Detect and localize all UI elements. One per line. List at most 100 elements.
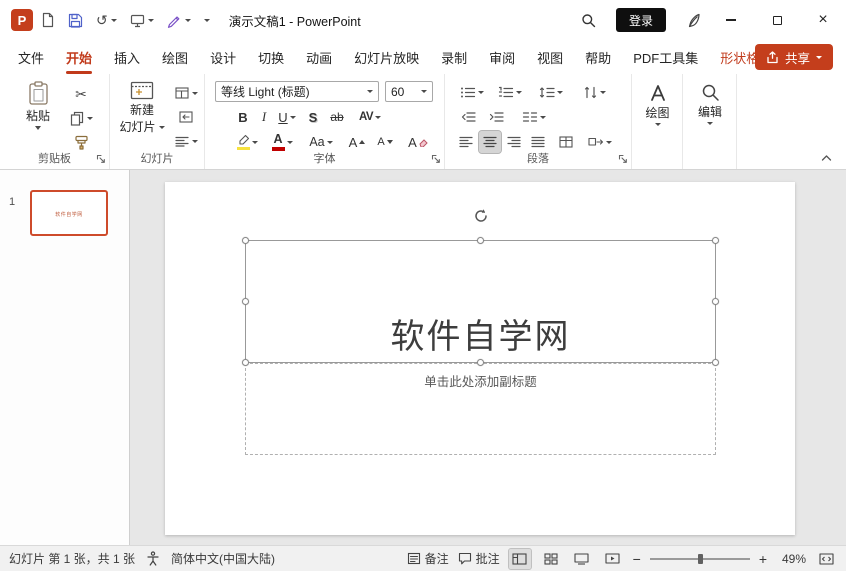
tab-review[interactable]: 审阅 — [478, 40, 526, 74]
bold-button[interactable]: B — [233, 106, 253, 128]
paste-label: 粘贴 — [25, 109, 50, 123]
columns-button[interactable] — [515, 106, 553, 128]
zoom-slider[interactable] — [649, 552, 750, 566]
tab-transitions[interactable]: 切换 — [247, 40, 295, 74]
slide-title-text[interactable]: 软件自学网 — [391, 309, 571, 358]
tab-view[interactable]: 视图 — [526, 40, 574, 74]
search-icon — [582, 13, 596, 27]
font-size-select[interactable]: 60 — [385, 81, 433, 102]
strikethrough-button[interactable]: ab — [325, 106, 349, 128]
search-button[interactable] — [574, 7, 604, 33]
text-shadow-button[interactable]: S — [303, 106, 323, 128]
reset-slide-button[interactable] — [170, 108, 202, 126]
spacing-label: AV — [358, 111, 374, 123]
zoom-out-button[interactable]: − — [633, 552, 641, 566]
cut-button[interactable]: ✂ — [64, 84, 98, 104]
tab-pdf-tools[interactable]: PDF工具集 — [622, 40, 709, 74]
minimize-button[interactable] — [708, 0, 754, 40]
ink-pen-button[interactable] — [162, 7, 196, 33]
font-name-select[interactable]: 等线 Light (标题) — [215, 81, 379, 102]
language-indicator[interactable]: 简体中文(中国大陆) — [171, 550, 275, 567]
drawing-group-button[interactable]: 绘图 — [637, 83, 678, 127]
resize-handle-ne[interactable] — [712, 237, 719, 244]
slide-counter[interactable]: 幻灯片 第 1 张，共 1 张 — [9, 550, 135, 567]
resize-handle-w[interactable] — [242, 297, 249, 305]
tab-draw[interactable]: 绘图 — [151, 40, 199, 74]
save-button[interactable] — [63, 7, 88, 33]
layout-button[interactable] — [170, 84, 202, 102]
close-icon: × — [818, 11, 828, 28]
slide-sorter-icon — [544, 552, 558, 565]
resize-handle-n[interactable] — [476, 237, 484, 244]
draw-quill-button[interactable] — [678, 7, 708, 33]
editing-group-button[interactable]: 编辑 — [689, 83, 731, 126]
indent-icon — [489, 112, 504, 122]
tab-slideshow[interactable]: 幻灯片放映 — [343, 40, 430, 74]
increase-indent-button[interactable] — [483, 106, 509, 128]
status-bar-right: 备注 批注 − + 49% — [407, 547, 837, 570]
copy-button[interactable] — [64, 108, 98, 128]
maximize-button[interactable] — [754, 0, 800, 40]
chevron-up-icon — [821, 155, 832, 161]
login-button[interactable]: 登录 — [615, 8, 666, 32]
resize-handle-se[interactable] — [712, 359, 719, 366]
normal-view-button[interactable] — [507, 547, 532, 570]
arrow-down-icon — [386, 140, 393, 144]
paragraph-dialog-launcher[interactable] — [617, 153, 628, 164]
new-slide-button[interactable]: 新建 幻灯片 — [116, 81, 168, 135]
start-slideshow-button[interactable] — [125, 7, 159, 33]
tab-file[interactable]: 文件 — [7, 40, 55, 74]
underline-button[interactable]: U — [275, 106, 299, 128]
quick-access-overflow-button[interactable] — [199, 7, 215, 33]
bullets-button[interactable] — [455, 81, 489, 103]
share-button[interactable]: 共享 — [754, 44, 833, 70]
section-button[interactable] — [170, 132, 202, 150]
format-painter-button[interactable] — [64, 132, 98, 152]
resize-handle-e[interactable] — [712, 297, 719, 305]
decrease-indent-button[interactable] — [455, 106, 481, 128]
accessibility-button[interactable] — [146, 551, 160, 566]
text-direction-button[interactable] — [577, 81, 611, 103]
tab-record[interactable]: 录制 — [430, 40, 478, 74]
collapse-ribbon-button[interactable] — [821, 154, 832, 162]
clipboard-dialog-launcher[interactable] — [95, 153, 106, 164]
tab-animations[interactable]: 动画 — [295, 40, 343, 74]
notes-button[interactable]: 备注 — [407, 550, 449, 567]
undo-button[interactable]: ↺ — [91, 7, 122, 33]
numbering-button[interactable] — [493, 81, 527, 103]
font-dialog-launcher[interactable] — [430, 153, 441, 164]
slide-thumbnail[interactable]: 软件自学网 — [30, 190, 108, 236]
status-bar: 幻灯片 第 1 张，共 1 张 简体中文(中国大陆) 备注 批注 − + 49% — [0, 545, 846, 571]
eraser-icon — [419, 138, 428, 147]
italic-button[interactable]: I — [255, 106, 273, 128]
zoom-slider-thumb[interactable] — [697, 553, 703, 564]
chevron-down-icon — [251, 140, 258, 144]
character-spacing-button[interactable]: AV — [353, 106, 387, 128]
new-file-button[interactable] — [36, 7, 60, 33]
fit-slide-to-window-button[interactable] — [815, 549, 837, 569]
zoom-in-button[interactable]: + — [759, 552, 767, 566]
slide-sorter-view-button[interactable] — [540, 549, 562, 569]
tab-help[interactable]: 帮助 — [574, 40, 622, 74]
reading-view-button[interactable] — [571, 549, 593, 569]
paste-button[interactable]: 粘贴 — [16, 81, 60, 131]
line-spacing-button[interactable] — [533, 81, 569, 103]
tab-insert[interactable]: 插入 — [103, 40, 151, 74]
close-button[interactable]: × — [800, 0, 846, 40]
rotate-handle[interactable] — [473, 208, 489, 224]
italic-label: I — [261, 109, 267, 124]
notes-icon — [407, 552, 420, 565]
resize-handle-s[interactable] — [476, 359, 484, 366]
slide[interactable]: 软件自学网 单击此处添加副标题 — [165, 182, 795, 535]
dialog-launcher-icon — [431, 154, 440, 163]
slideshow-view-button[interactable] — [602, 549, 624, 569]
shrink-label: A — [377, 136, 385, 148]
zoom-level[interactable]: 49% — [776, 552, 806, 566]
tab-design[interactable]: 设计 — [199, 40, 247, 74]
tab-home[interactable]: 开始 — [55, 40, 103, 74]
title-placeholder[interactable]: 软件自学网 — [242, 209, 719, 366]
resize-handle-sw[interactable] — [242, 359, 249, 366]
subtitle-placeholder[interactable]: 单击此处添加副标题 — [245, 363, 716, 455]
resize-handle-nw[interactable] — [242, 237, 249, 244]
comments-button[interactable]: 批注 — [458, 550, 500, 567]
